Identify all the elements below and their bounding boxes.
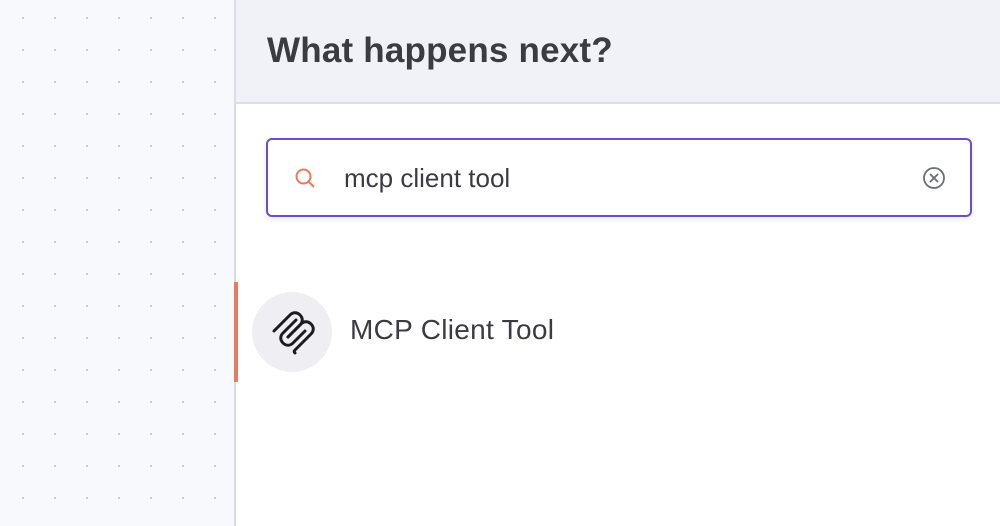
panel-title: What happens next? bbox=[267, 31, 613, 70]
search-input[interactable] bbox=[344, 160, 904, 196]
search-box[interactable] bbox=[266, 138, 972, 217]
selected-indicator bbox=[234, 282, 238, 382]
mcp-icon bbox=[272, 311, 315, 355]
result-item-label: MCP Client Tool bbox=[350, 314, 555, 345]
search-icon bbox=[293, 166, 317, 190]
workflow-canvas[interactable] bbox=[0, 0, 234, 526]
result-icon-container bbox=[252, 292, 332, 372]
clear-search-icon[interactable] bbox=[922, 166, 946, 190]
node-creator-panel: What happens next? MCP Clien bbox=[234, 0, 1000, 526]
panel-header: What happens next? bbox=[236, 0, 1000, 104]
result-item-mcp-client-tool[interactable]: MCP Client Tool bbox=[234, 282, 1000, 382]
